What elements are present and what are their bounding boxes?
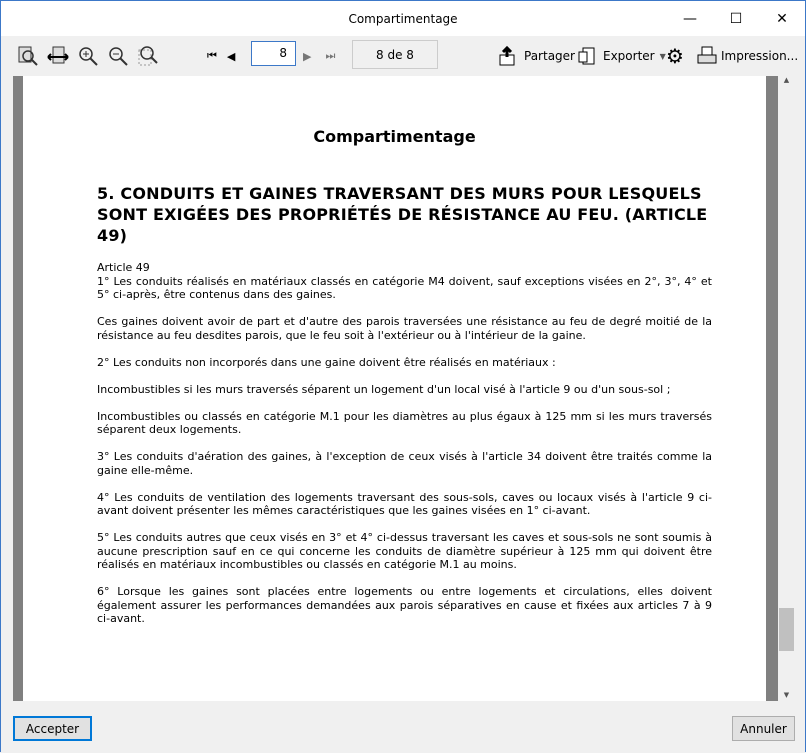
previous-page-icon[interactable]: ◀ — [227, 50, 235, 63]
paragraph: 2° Les conduits non incorporés dans une … — [97, 355, 556, 369]
vertical-scrollbar[interactable]: ▲ ▼ — [778, 76, 795, 701]
paragraph: 4° Les conduits de ventilation des logem… — [97, 490, 712, 518]
scroll-down-icon[interactable]: ▼ — [778, 691, 795, 699]
paragraph: 6° Lorsque les gaines sont placées entre… — [97, 585, 712, 625]
page-count: 8 de 8 — [352, 40, 438, 69]
last-page-icon[interactable]: ⏭ — [325, 49, 335, 63]
first-page-icon[interactable]: ⏮ — [207, 49, 217, 63]
window-title: Compartimentage — [348, 11, 458, 26]
fit-width-icon[interactable] — [47, 45, 69, 67]
settings-button[interactable]: ⚙ — [666, 44, 684, 68]
paragraph: 1° Les conduits réalisés en matériaux cl… — [97, 274, 712, 302]
next-page-icon[interactable]: ▶ — [303, 50, 311, 63]
minimize-button[interactable]: — — [667, 1, 713, 36]
article-label: Article 49 — [97, 261, 150, 274]
document-page: Compartimentage 5. CONDUITS ET GAINES TR… — [23, 76, 766, 701]
printer-icon — [697, 46, 717, 64]
zoom-area-icon[interactable] — [137, 45, 159, 67]
paragraph: Incombustibles ou classés en catégorie M… — [97, 409, 712, 437]
gear-icon: ⚙ — [666, 44, 684, 68]
maximize-button[interactable]: ☐ — [713, 1, 759, 36]
page-number-input[interactable]: 8 — [251, 41, 296, 66]
paragraph: Incombustibles si les murs traversés sép… — [97, 382, 671, 396]
scrollbar-thumb[interactable] — [779, 608, 794, 651]
zoom-page-icon[interactable] — [17, 45, 39, 67]
section-heading: 5. CONDUITS ET GAINES TRAVERSANT DES MUR… — [97, 184, 708, 245]
zoom-out-icon[interactable] — [107, 45, 129, 67]
export-icon — [578, 47, 595, 65]
accept-button[interactable]: Accepter — [13, 716, 92, 741]
paragraph: Ces gaines doivent avoir de part et d'au… — [97, 315, 712, 342]
export-button[interactable]: Exporter ▼ — [576, 44, 666, 68]
close-button[interactable]: ✕ — [759, 1, 805, 36]
paragraph: 3° Les conduits d'aération des gaines, à… — [97, 450, 712, 477]
document-title: Compartimentage — [313, 127, 476, 146]
share-icon — [499, 45, 515, 66]
dialog-footer: Accepter Annuler — [1, 701, 805, 753]
cancel-button[interactable]: Annuler — [732, 716, 795, 741]
share-button[interactable]: Partager — [498, 44, 575, 68]
zoom-in-icon[interactable] — [77, 45, 99, 67]
paragraph: 5° Les conduits autres que ceux visés en… — [97, 531, 712, 571]
dropdown-arrow-icon: ▼ — [659, 51, 666, 61]
document-body: Article 49 1° Les conduits réalisés en m… — [97, 261, 712, 639]
print-button[interactable]: Impression... — [696, 44, 798, 68]
toolbar: ⏮ ◀ 8 ▶ ⏭ 8 de 8 Partager Exporter ▼ ⚙ I… — [1, 36, 805, 76]
scroll-up-icon[interactable]: ▲ — [778, 76, 795, 84]
document-viewer: Compartimentage 5. CONDUITS ET GAINES TR… — [13, 76, 778, 701]
title-bar: Compartimentage — ☐ ✕ — [1, 1, 805, 36]
